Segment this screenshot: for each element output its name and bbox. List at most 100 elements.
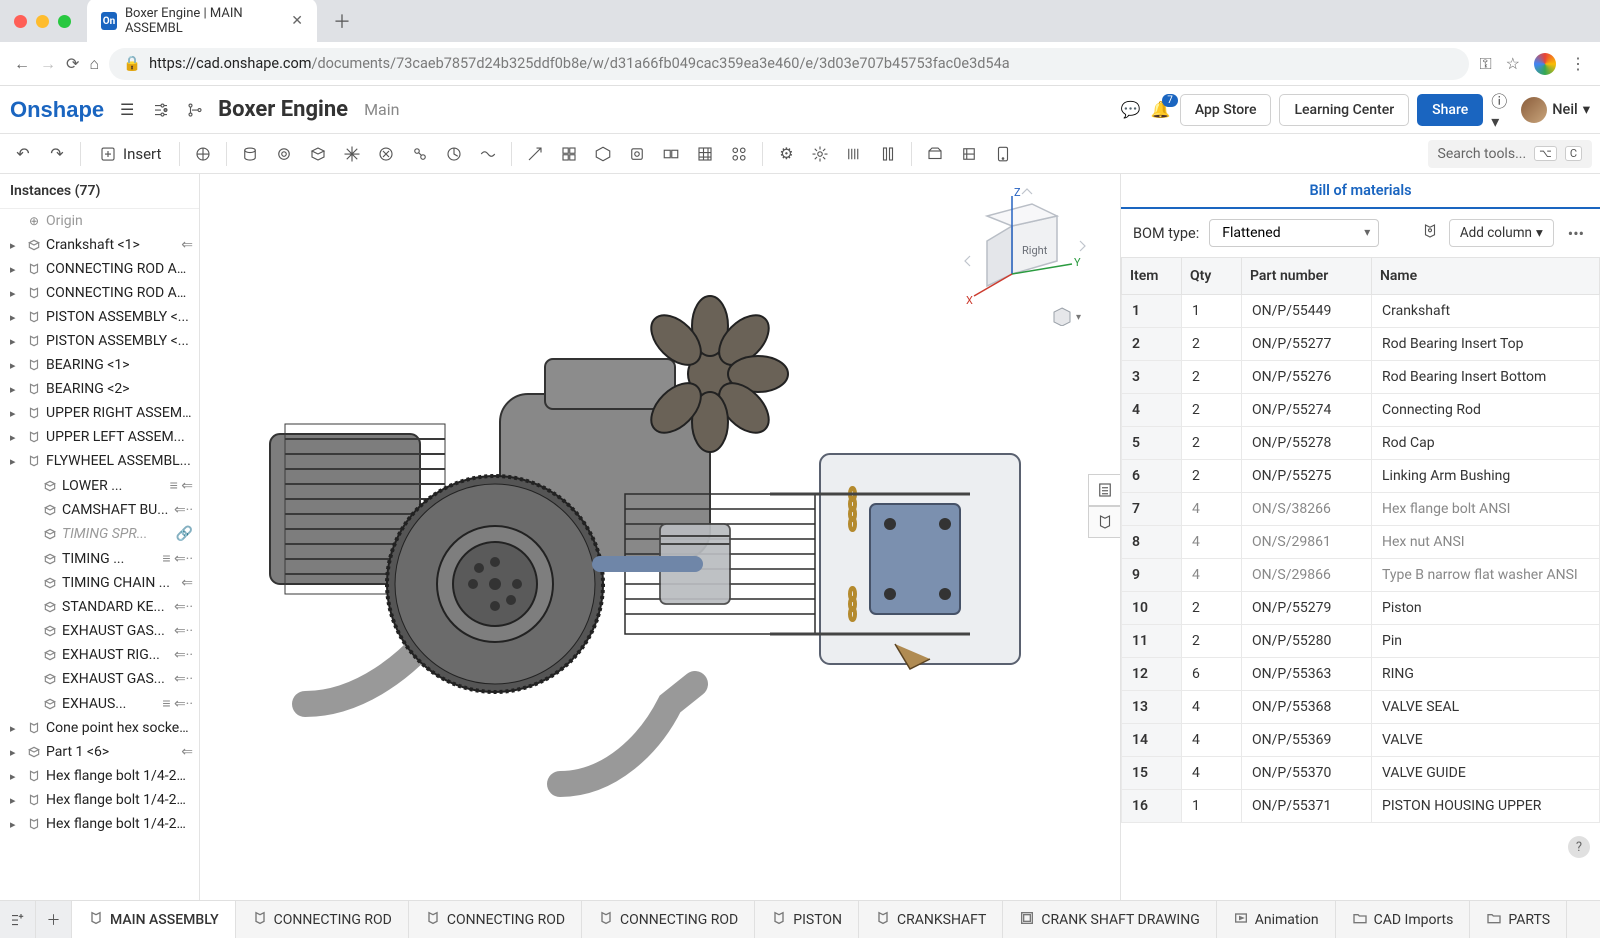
- document-tab[interactable]: MAIN ASSEMBLY: [72, 901, 236, 938]
- document-tab[interactable]: PISTON: [755, 901, 859, 938]
- chevron-right-icon[interactable]: ▸: [10, 359, 22, 372]
- tree-item[interactable]: ▸UPPER LEFT ASSEM...: [0, 425, 199, 449]
- bom-row[interactable]: 52ON/P/55278Rod Cap: [1122, 427, 1600, 460]
- bom-settings-icon[interactable]: [1421, 222, 1439, 244]
- tree-origin[interactable]: ⊕Origin: [0, 209, 199, 233]
- chevron-right-icon[interactable]: ▸: [10, 818, 22, 831]
- tree-item[interactable]: ▸PISTON ASSEMBLY <...: [0, 329, 199, 353]
- tree-item[interactable]: ▸Hex flange bolt 1/4-28...: [0, 788, 199, 812]
- close-window-icon[interactable]: [14, 15, 27, 28]
- key-icon[interactable]: ⚿: [1479, 54, 1491, 74]
- tree-item[interactable]: ▸Part 1 <6>⇐: [0, 740, 199, 764]
- tool-search[interactable]: Search tools... ⌥C: [1428, 140, 1592, 168]
- minimize-window-icon[interactable]: [36, 15, 49, 28]
- bom-row[interactable]: 84ON/S/29861Hex nut ANSI: [1122, 526, 1600, 559]
- tree-item[interactable]: ▸CONNECTING ROD AS...: [0, 257, 199, 281]
- comments-icon[interactable]: 💬: [1120, 99, 1142, 121]
- tool-icon[interactable]: [235, 139, 265, 169]
- tree-item[interactable]: EXHAUST GAS...⇐··: [0, 619, 199, 643]
- undo-icon[interactable]: ↶: [8, 139, 38, 169]
- tree-item[interactable]: ▸FLYWHEEL ASSEMBL...: [0, 449, 199, 473]
- branch-icon[interactable]: [184, 99, 206, 121]
- bom-row[interactable]: 161ON/P/55371PISTON HOUSING UPPER: [1122, 790, 1600, 823]
- gear2-icon[interactable]: [805, 139, 835, 169]
- tree-item[interactable]: ▸PISTON ASSEMBLY <...: [0, 305, 199, 329]
- chevron-right-icon[interactable]: ▸: [10, 311, 22, 324]
- chevron-right-icon[interactable]: ▸: [10, 335, 22, 348]
- notifications-icon[interactable]: 🔔7: [1150, 99, 1172, 121]
- instance-tree[interactable]: ⊕Origin▸Crankshaft <1>⇐▸CONNECTING ROD A…: [0, 209, 199, 899]
- col-name[interactable]: Name: [1372, 258, 1600, 295]
- tree-item[interactable]: TIMING CHAIN ...⇐: [0, 571, 199, 595]
- col-item[interactable]: Item: [1122, 258, 1182, 295]
- tool-icon[interactable]: [405, 139, 435, 169]
- window-traffic-lights[interactable]: [14, 15, 71, 28]
- bom-more-icon[interactable]: •••: [1564, 224, 1588, 243]
- help-fab-icon[interactable]: ?: [1568, 836, 1590, 858]
- bom-row[interactable]: 126ON/P/55363RING: [1122, 658, 1600, 691]
- home-icon[interactable]: ⌂: [89, 54, 99, 74]
- appstore-button[interactable]: App Store: [1180, 94, 1272, 126]
- chevron-right-icon[interactable]: ▸: [10, 746, 22, 759]
- bom-type-select[interactable]: Flattened: [1209, 219, 1379, 247]
- learning-center-button[interactable]: Learning Center: [1279, 94, 1409, 126]
- tree-item[interactable]: TIMING ...≡ ⇐··: [0, 546, 199, 571]
- tool-icon[interactable]: [839, 139, 869, 169]
- config-tab-icon[interactable]: [1088, 506, 1120, 538]
- tab-close-icon[interactable]: ✕: [291, 13, 303, 29]
- tree-item[interactable]: ▸Hex flange bolt 1/4-28...: [0, 812, 199, 836]
- browser-tab[interactable]: On Boxer Engine | MAIN ASSEMBL ✕: [87, 0, 317, 44]
- redo-icon[interactable]: ↷: [42, 139, 72, 169]
- bom-tab-icon[interactable]: [1088, 474, 1120, 506]
- maximize-window-icon[interactable]: [58, 15, 71, 28]
- tool-icon[interactable]: [337, 139, 367, 169]
- bom-row[interactable]: 94ON/S/29866Type B narrow flat washer AN…: [1122, 559, 1600, 592]
- tool-icon[interactable]: [371, 139, 401, 169]
- viewport-3d[interactable]: Right Z Y X ▾: [200, 174, 1120, 900]
- bom-row[interactable]: 112ON/P/55280Pin: [1122, 625, 1600, 658]
- col-pn[interactable]: Part number: [1242, 258, 1372, 295]
- tool-icon[interactable]: [439, 139, 469, 169]
- tabs-menu-icon[interactable]: [0, 901, 36, 938]
- tree-item[interactable]: LOWER ...≡ ⇐: [0, 473, 199, 498]
- tool-icon[interactable]: [690, 139, 720, 169]
- tool-icon[interactable]: [269, 139, 299, 169]
- tool-icon[interactable]: [188, 139, 218, 169]
- tree-item[interactable]: ▸BEARING <1>: [0, 353, 199, 377]
- document-tab[interactable]: CONNECTING ROD: [409, 901, 582, 938]
- tool-icon[interactable]: [920, 139, 950, 169]
- tree-item[interactable]: ▸UPPER RIGHT ASSEM...: [0, 401, 199, 425]
- address-bar[interactable]: 🔒 https://cad.onshape.com/documents/73ca…: [109, 48, 1469, 80]
- chevron-right-icon[interactable]: ▸: [10, 287, 22, 300]
- document-tab[interactable]: CONNECTING ROD: [582, 901, 755, 938]
- bom-row[interactable]: 42ON/P/55274Connecting Rod: [1122, 394, 1600, 427]
- tool-icon[interactable]: [588, 139, 618, 169]
- reload-icon[interactable]: ⟳: [66, 54, 79, 73]
- insert-button[interactable]: Insert: [89, 140, 171, 168]
- gear-icon[interactable]: ⚙: [771, 139, 801, 169]
- tree-item[interactable]: CAMSHAFT BU...⇐··: [0, 498, 199, 522]
- tree-item[interactable]: ▸CONNECTING ROD AS...: [0, 281, 199, 305]
- user-menu[interactable]: Neil ▾: [1521, 97, 1590, 123]
- bom-row[interactable]: 62ON/P/55275Linking Arm Bushing: [1122, 460, 1600, 493]
- bom-row[interactable]: 144ON/P/55369VALVE: [1122, 724, 1600, 757]
- tree-item[interactable]: TIMING SPR...🔗: [0, 522, 199, 546]
- help-icon[interactable]: ⓘ ▾: [1491, 99, 1513, 121]
- bom-row[interactable]: 74ON/S/38266Hex flange bolt ANSI: [1122, 493, 1600, 526]
- document-tab[interactable]: CRANK SHAFT DRAWING: [1003, 901, 1216, 938]
- document-tab[interactable]: Animation: [1217, 901, 1336, 938]
- star-icon[interactable]: ☆: [1506, 54, 1520, 73]
- new-tab-button[interactable]: ＋: [323, 4, 361, 38]
- menu-icon[interactable]: ☰: [116, 99, 138, 121]
- tree-config-icon[interactable]: [150, 99, 172, 121]
- tree-item[interactable]: ▸Cone point hex socket ...: [0, 716, 199, 740]
- chevron-right-icon[interactable]: ▸: [10, 770, 22, 783]
- tree-item[interactable]: EXHAUST RIG...⇐··: [0, 643, 199, 667]
- tree-item[interactable]: STANDARD KE...⇐··: [0, 595, 199, 619]
- col-qty[interactable]: Qty: [1182, 258, 1242, 295]
- view-cube[interactable]: Right Z Y X ▾: [962, 186, 1092, 326]
- bom-row[interactable]: 32ON/P/55276Rod Bearing Insert Bottom: [1122, 361, 1600, 394]
- bom-table[interactable]: Item Qty Part number Name 11ON/P/55449Cr…: [1121, 257, 1600, 900]
- tree-item[interactable]: EXHAUS...≡ ⇐··: [0, 691, 199, 716]
- back-icon[interactable]: ←: [14, 54, 30, 74]
